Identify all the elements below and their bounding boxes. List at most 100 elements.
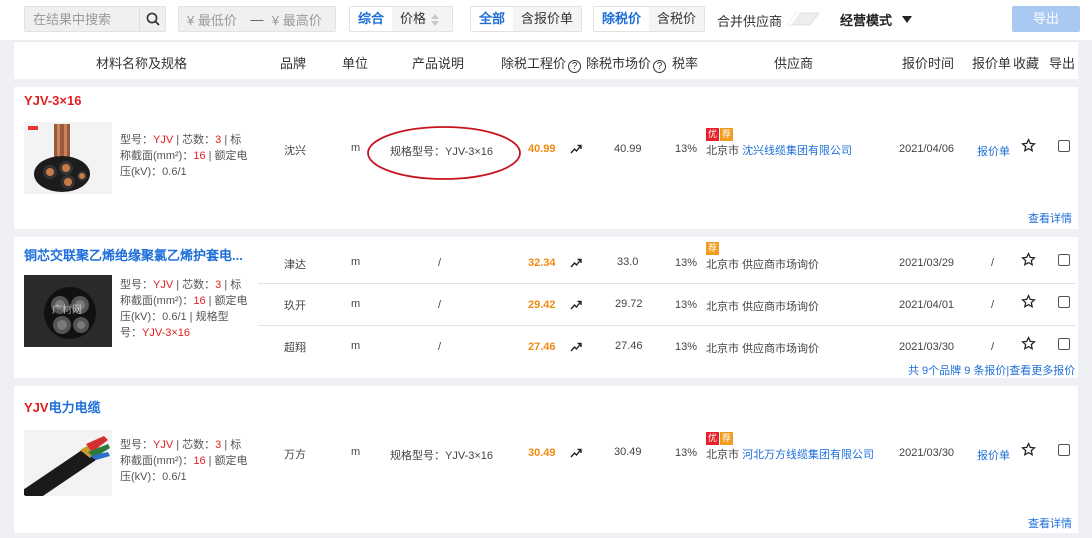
badge-you: 优	[706, 432, 719, 445]
cell-eng-price: 30.49	[528, 447, 556, 459]
export-checkbox[interactable]	[1058, 444, 1070, 456]
spec-model: YJV	[153, 439, 174, 451]
cell-tax: 13%	[675, 143, 698, 155]
cell-supplier: 北京市 供应商市场询价	[706, 340, 819, 356]
tax-incl-button[interactable]: 含税价	[649, 7, 705, 31]
spec-label-model: 型号：	[120, 439, 153, 451]
mode-label: 经营模式	[840, 13, 893, 28]
tax-group: 除税价 含税价	[593, 6, 706, 32]
view-details-link[interactable]: 查看详情	[1028, 210, 1072, 226]
supplier-badges: 优荐	[706, 128, 734, 141]
cell-brand: 津达	[284, 259, 306, 271]
supplier-link[interactable]: 沈兴线缆集团有限公司	[742, 145, 852, 157]
header-eng-price-label: 除税工程价	[501, 56, 567, 71]
supplier-city: 北京市	[706, 301, 739, 313]
export-checkbox[interactable]	[1058, 254, 1070, 266]
cell-eng-price: 40.99	[528, 143, 556, 155]
cell-brand: 万方	[284, 449, 306, 461]
spec-label-model: 型号：	[120, 279, 153, 291]
trend-icon[interactable]	[570, 300, 582, 310]
cell-unit: m	[351, 256, 361, 268]
product-title-rest: 电力电缆	[48, 400, 101, 415]
cell-unit: m	[351, 142, 361, 154]
supplier-badges: 荐	[706, 242, 720, 255]
table-header: 材料名称及规格 品牌 单位 产品说明 除税工程价? 除税市场价? 税率 供应商 …	[14, 41, 1078, 79]
sort-price-label: 价格	[400, 11, 427, 26]
header-export: 导出	[1049, 56, 1076, 71]
supplier-city: 北京市	[706, 449, 739, 461]
product-image[interactable]	[24, 430, 112, 496]
product-spec: 型号：YJV | 芯数：3 | 标称截面(mm²)：16 | 额定电压(kV)：…	[120, 277, 248, 341]
trend-icon[interactable]	[570, 144, 582, 154]
spec-label-cores: | 芯数：	[173, 439, 216, 451]
spec-area: 16	[193, 150, 206, 162]
filter-all-button[interactable]: 全部	[471, 7, 514, 31]
search-icon	[146, 12, 160, 26]
cell-desc: /	[438, 299, 442, 311]
trend-icon[interactable]	[570, 342, 582, 352]
cell-time: 2021/03/30	[899, 341, 955, 353]
trend-icon[interactable]	[570, 448, 582, 458]
max-price-input[interactable]: ¥ 最高价	[264, 10, 335, 29]
header-tax: 税率	[672, 56, 699, 71]
cell-supplier: 北京市 供应商市场询价	[706, 256, 819, 272]
product-title[interactable]: 铜芯交联聚乙烯绝缘聚氯乙烯护套电...	[24, 245, 243, 264]
spec-area: 16	[193, 455, 206, 467]
supplier-name: 供应商市场询价	[742, 343, 820, 355]
spec-value: YJV-3×16	[142, 327, 191, 339]
row-divider	[258, 325, 1076, 326]
cell-desc: /	[438, 257, 442, 269]
star-icon[interactable]	[1021, 138, 1036, 153]
merge-suppliers-label: 合并供应商	[717, 14, 783, 29]
spec-label-cores: | 芯数：	[173, 279, 216, 291]
mode-dropdown[interactable]: 经营模式	[840, 10, 912, 29]
star-icon[interactable]	[1021, 252, 1036, 267]
search-input[interactable]	[25, 7, 139, 31]
cell-brand: 玖开	[284, 300, 306, 312]
min-price-input[interactable]: ¥ 最低价	[179, 10, 250, 29]
product-card: YJV-3×16 型号：YJV | 芯数：3 | 标称截面(mm²)：16 | …	[14, 87, 1078, 229]
export-button[interactable]: 导出	[1012, 6, 1080, 32]
cell-market-price: 27.46	[615, 340, 643, 352]
trend-icon[interactable]	[570, 258, 582, 268]
tax-excl-button[interactable]: 除税价	[594, 7, 650, 31]
sort-group: 综合 价格	[349, 6, 454, 32]
cell-brand: 沈兴	[284, 145, 306, 157]
star-icon[interactable]	[1021, 442, 1036, 457]
quote-link[interactable]: 报价单	[977, 143, 1010, 159]
export-checkbox[interactable]	[1058, 296, 1070, 308]
cell-quote: /	[991, 341, 995, 353]
header-unit: 单位	[342, 56, 369, 71]
cell-tax: 13%	[675, 299, 698, 311]
quote-link[interactable]: 报价单	[977, 447, 1010, 463]
help-icon[interactable]: ?	[653, 60, 667, 73]
header-supplier: 供应商	[774, 56, 814, 71]
cell-market-price: 29.72	[615, 298, 643, 310]
product-image[interactable]	[24, 122, 112, 194]
product-image[interactable]: 广材网	[24, 275, 112, 347]
star-icon[interactable]	[1021, 336, 1036, 351]
cell-unit: m	[351, 298, 361, 310]
sort-price-button[interactable]: 价格	[392, 7, 453, 31]
help-icon[interactable]: ?	[568, 60, 582, 73]
header-name: 材料名称及规格	[96, 56, 188, 71]
supplier-name: 供应商市场询价	[742, 301, 820, 313]
search-button[interactable]	[139, 7, 165, 31]
product-spec: 型号：YJV | 芯数：3 | 标称截面(mm²)：16 | 额定电压(kV)：…	[120, 132, 248, 180]
supplier-link[interactable]: 河北万方线缆集团有限公司	[742, 449, 874, 461]
product-title[interactable]: YJV电力电缆	[24, 397, 101, 416]
cell-quote: /	[991, 299, 995, 311]
spec-label-cores: | 芯数：	[173, 134, 216, 146]
sort-composite-button[interactable]: 综合	[350, 7, 393, 31]
product-title[interactable]: YJV-3×16	[24, 93, 81, 108]
star-icon[interactable]	[1021, 294, 1036, 309]
badge-jian: 荐	[720, 432, 733, 445]
more-quotes-link[interactable]: 共 9个品牌 9 条报价|查看更多报价	[908, 362, 1075, 378]
header-time: 报价时间	[902, 56, 955, 71]
cell-eng-price: 32.34	[528, 257, 556, 269]
export-checkbox[interactable]	[1058, 338, 1070, 350]
view-details-link[interactable]: 查看详情	[1028, 515, 1072, 531]
merge-toggle[interactable]	[786, 12, 820, 26]
export-checkbox[interactable]	[1058, 140, 1070, 152]
filter-quote-button[interactable]: 含报价单	[513, 7, 582, 31]
